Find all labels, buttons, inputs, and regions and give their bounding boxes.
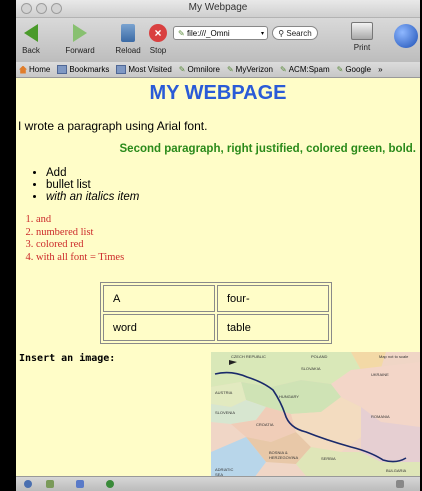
map-label: BOSNIA & HERZEGOVINA [269,450,299,460]
bookmarks-bar: Home Bookmarks Most Visited ✎ Omnilore ✎ M… [16,62,420,78]
list-item: numbered list [36,227,124,240]
back-button[interactable]: Back [18,18,44,55]
list-item: with all font = Times [36,252,124,265]
bookmark-label: Omnilore [187,65,220,74]
map-label: CROATIA [256,422,274,427]
folder-icon [116,65,127,74]
paragraph-arial: I wrote a paragraph using Arial font. [18,119,208,133]
page-icon: ✎ [178,29,187,38]
addon-icon[interactable] [106,480,114,488]
folder-icon [57,65,68,74]
addon-icon[interactable] [76,480,84,488]
bookmark-label: Most Visited [128,65,172,74]
home-icon [19,65,27,74]
page-heading: MY WEBPAGE [149,82,287,104]
bookmark-label: ACM:Spam [288,65,330,74]
bookmarks-overflow-button[interactable]: » [378,65,382,74]
list-item: with an italics item [46,191,139,203]
forward-button[interactable]: Forward [58,18,102,55]
search-field[interactable]: ⚲ Search [272,26,318,40]
table-cell: four- [217,285,329,312]
bookmark-label: Google [345,65,372,74]
link-icon: ✎ [280,65,287,74]
stop-icon: × [149,24,167,42]
table-cell: word [103,314,215,341]
list-item: Add [46,167,139,179]
back-arrow-icon [24,24,38,42]
window-title: My Webpage [188,2,248,13]
bookmark-most-visited[interactable]: Most Visited [116,65,172,74]
search-placeholder: Search [286,29,312,38]
bookmark-google[interactable]: ✎ Google [337,65,372,74]
addon-icon[interactable] [46,480,54,488]
stop-button[interactable]: × Stop [146,18,170,55]
map-label: CZECH REPUBLIC [231,354,266,359]
image-label: Insert an image: [19,353,116,364]
link-icon: ✎ [336,65,344,74]
bookmark-label: MyVerizon [235,65,274,74]
table-cell: table [217,314,329,341]
map-label: BULGARIA [386,468,407,473]
table-cell: A [103,285,215,312]
danube-map-image: CZECH REPUBLIC POLAND Map not to scale S… [211,352,420,482]
map-label: UKRAINE [371,372,389,377]
address-dropdown-icon[interactable]: ▾ [261,27,264,41]
browser-window: My Webpage Back Forward Reload × Stop ✎ … [16,0,420,491]
list-item: and [36,214,124,227]
reload-icon [121,24,135,42]
back-label: Back [22,46,40,55]
page-content: MY WEBPAGE I wrote a paragraph using Ari… [16,79,420,482]
map-label: ROMANIA [371,414,390,419]
list-item: bullet list [46,179,139,191]
map-label: POLAND [311,354,328,359]
title-bar: My Webpage [16,0,420,18]
map-label: SLOVAKIA [301,366,321,371]
bookmark-myverizon[interactable]: ✎ MyVerizon [227,65,273,74]
search-icon: ⚲ [278,29,285,38]
forward-label: Forward [65,46,95,55]
status-icon[interactable] [24,480,32,488]
bookmark-bookmarks[interactable]: Bookmarks [57,65,109,74]
status-bar [16,476,420,491]
bookmark-home[interactable]: Home [19,65,50,74]
table-row: word table [103,314,329,341]
globe-icon[interactable] [394,24,418,48]
print-button[interactable]: Print [351,22,373,52]
map-label: HUNGARY [279,394,299,399]
printer-icon [351,22,373,40]
address-bar[interactable]: ✎ file:///_Omni ▾ [173,26,268,40]
navigation-toolbar: Back Forward Reload × Stop ✎ file:///_Om… [16,18,420,62]
data-table: A four- word table [100,282,332,344]
reload-button[interactable]: Reload [112,18,144,55]
resize-icon[interactable] [396,480,404,488]
stop-label: Stop [149,46,167,55]
paragraph-green-right: Second paragraph, right justified, color… [119,143,416,155]
bookmark-label: Bookmarks [69,65,110,74]
bookmark-label: Home [29,65,51,74]
address-bar-url: file:///_Omni [186,29,230,38]
map-label: AUSTRIA [215,390,233,395]
reload-label: Reload [115,46,141,55]
map-label: Map not to scale [379,354,409,359]
numbered-list: and numbered list colored red with all f… [16,214,124,264]
link-icon: ✎ [226,65,234,74]
map-label: SLOVENIA [215,410,236,415]
print-label: Print [353,43,371,52]
bookmark-omnilore[interactable]: ✎ Omnilore [179,65,220,74]
bookmark-acm-spam[interactable]: ✎ ACM:Spam [280,65,330,74]
table-row: A four- [103,285,329,312]
map-label: SERBIA [321,456,336,461]
bullet-list: Add bullet list with an italics item [16,167,139,203]
list-item: colored red [36,239,124,252]
forward-arrow-icon [73,24,87,42]
link-icon: ✎ [178,65,186,74]
